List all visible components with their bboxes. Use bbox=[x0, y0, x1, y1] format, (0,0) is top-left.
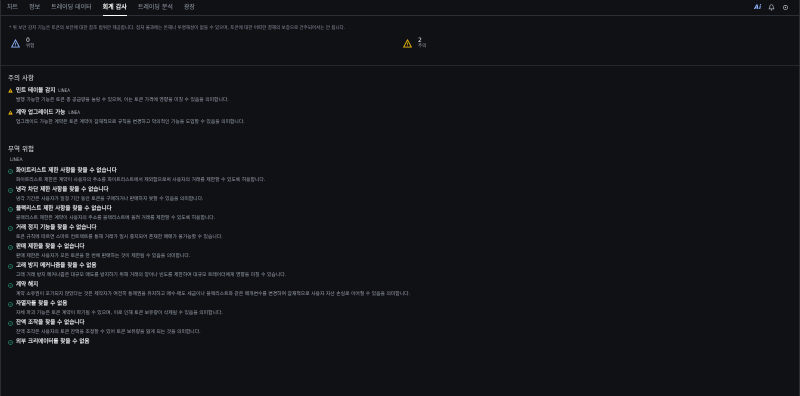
trade-risk-item: 잔액 조작을 찾을 수 없습니다잔액 조작은 사용자의 토큰 잔액을 조정할 수… bbox=[1, 320, 799, 336]
trade-risk-item: 판매 제한을 찾을 수 없습니다판매 제한은 사용자가 모든 토큰을 한 번에 … bbox=[1, 244, 799, 260]
warning-icon bbox=[8, 88, 13, 93]
trade-risk-item: 고래 방지 메커니즘을 찾을 수 없음고래 거래 방지 메커니즘은 대규모 매도… bbox=[1, 263, 799, 279]
tab-chart[interactable]: 차트 bbox=[7, 0, 18, 15]
trade-risk-desc: 고래 거래 방지 메커니즘은 대규모 매도를 방지하기 위해 거래의 양이나 빈… bbox=[16, 273, 287, 278]
check-circle-icon bbox=[8, 245, 13, 250]
risk-triangle-icon bbox=[11, 39, 20, 48]
trade-risk-title: 블랙리스트 제한 사항을 찾을 수 없습니다 bbox=[16, 206, 112, 212]
warning-icon bbox=[8, 110, 13, 115]
caution-triangle-icon bbox=[403, 39, 412, 48]
trade-risk-desc: 냉각 기간은 사용자가 일정 기간 동안 토큰을 구매하거나 판매하지 못할 수… bbox=[16, 197, 204, 202]
settings-icon[interactable] bbox=[782, 4, 789, 11]
top-right-actions: Ai bbox=[754, 0, 789, 15]
trade-risk-item: 자멸자를 찾을 수 없음자체 파괴 기능은 토큰 계약이 파기될 수 있으며, … bbox=[1, 301, 799, 317]
trade-risk-title: 냉각 차단 제한 사항을 찾을 수 없습니다 bbox=[16, 187, 109, 193]
check-circle-icon bbox=[8, 169, 13, 174]
caution-section-title: 주의 사항 bbox=[8, 74, 34, 82]
tab-bar: 차트 정보 트레이딩 데이터 회계 감사 트레이딩 분석 광장 Ai bbox=[1, 0, 799, 16]
trade-risk-desc: 계약 소유권이 포기되지 않았다는 것은 제작자가 여전히 통제권을 유지하고 … bbox=[16, 292, 411, 297]
check-circle-icon bbox=[8, 283, 13, 288]
risk-count-value: 0 bbox=[26, 37, 30, 44]
risk-count: 0 위험 bbox=[11, 37, 34, 50]
caution-item: 계약 업그레이드 가능 LINEA 업그레이드 가능한 계약은 토큰 계약이 잠재… bbox=[1, 109, 799, 126]
trade-risk-title: 거래 정지 기능을 찾을 수 없습니다 bbox=[16, 225, 97, 231]
caution-count-value: 2 bbox=[418, 37, 422, 44]
trade-risk-desc: 판매 제한은 사용자가 모든 토큰을 한 번에 판매하는 것이 제한될 수 있음… bbox=[16, 254, 191, 259]
trade-risk-item: 거래 정지 기능을 찾을 수 없습니다토큰 규칙에 따르면 스마트 컨트랙트를 … bbox=[1, 225, 799, 241]
ai-button[interactable]: Ai bbox=[754, 4, 761, 11]
trade-risk-desc: 블랙리스트 제한은 계약이 사용자의 주소를 블랙리스트에 올려 거래를 제한할… bbox=[16, 216, 216, 221]
tab-info[interactable]: 정보 bbox=[29, 0, 40, 15]
trade-risk-item: 냉각 차단 제한 사항을 찾을 수 없습니다냉각 기간은 사용자가 일정 기간 … bbox=[1, 187, 799, 203]
check-circle-icon bbox=[8, 340, 13, 345]
caution-item-title: 계약 업그레이드 가능 bbox=[16, 110, 66, 116]
trade-risk-title: 자멸자를 찾을 수 없음 bbox=[16, 301, 68, 307]
trade-risk-title: 화이트리스트 제한 사항을 찾을 수 없습니다 bbox=[16, 168, 117, 174]
trade-risk-list: 화이트리스트 제한 사항을 찾을 수 없습니다화이트리스트 제한은 계약이 사용… bbox=[1, 168, 799, 346]
trade-risk-title: 고래 방지 메커니즘을 찾을 수 없음 bbox=[16, 263, 97, 269]
app-frame: 차트 정보 트레이딩 데이터 회계 감사 트레이딩 분석 광장 Ai * 위 보… bbox=[0, 0, 800, 396]
trade-risk-desc: 잔액 조작은 사용자의 토큰 잔액을 조정할 수 있어 토큰 보유량을 잃게 되… bbox=[16, 330, 201, 335]
trade-risk-title: 판매 제한을 찾을 수 없습니다 bbox=[16, 244, 85, 250]
risk-count-label: 위험 bbox=[26, 44, 35, 49]
check-circle-icon bbox=[8, 264, 13, 269]
bell-icon[interactable] bbox=[768, 4, 775, 11]
caution-count: 2 주의 bbox=[403, 37, 426, 50]
trade-risk-item: 계약 해지계약 소유권이 포기되지 않았다는 것은 제작자가 여전히 통제권을 … bbox=[1, 282, 799, 298]
caution-item-desc: 발행 가능한 기능은 토큰 총 공급량을 늘릴 수 있으며, 이는 토큰 가격에… bbox=[16, 98, 229, 103]
tab-audit[interactable]: 회계 감사 bbox=[102, 0, 127, 16]
trade-risk-desc: 토큰 규칙에 따르면 스마트 컨트랙트를 통해 거래가 일시 중지되어 존재한 … bbox=[16, 235, 223, 240]
check-circle-icon bbox=[8, 188, 13, 193]
trade-risk-item: 화이트리스트 제한 사항을 찾을 수 없습니다화이트리스트 제한은 계약이 사용… bbox=[1, 168, 799, 184]
trade-risk-item: 외부 크리에이터를 찾을 수 없음 bbox=[1, 339, 799, 346]
check-circle-icon bbox=[8, 226, 13, 231]
trade-risk-desc: 자체 파괴 기능은 토큰 계약이 파기될 수 있으며, 이로 인해 토큰 보유량… bbox=[16, 311, 223, 316]
chain-badge: LINEA bbox=[58, 88, 70, 93]
trade-risk-desc: 화이트리스트 제한은 계약이 사용자의 주소를 화이트리스트에서 제외함으로써 … bbox=[16, 178, 266, 183]
chain-badge: LINEA bbox=[68, 110, 81, 115]
trade-risk-title: 계약 해지 bbox=[16, 282, 39, 288]
caution-count-label: 주의 bbox=[418, 44, 427, 49]
disclaimer-notice: * 위 보안 감지 기능은 토큰의 보안에 대한 참조 범위만 제공합니다. 점… bbox=[9, 26, 346, 31]
trade-risk-title: 잔액 조작을 찾을 수 없습니다 bbox=[16, 320, 85, 326]
check-circle-icon bbox=[8, 302, 13, 307]
check-circle-icon bbox=[8, 207, 13, 212]
trade-risk-item: 블랙리스트 제한 사항을 찾을 수 없습니다블랙리스트 제한은 계약이 사용자의… bbox=[1, 206, 799, 222]
trade-risk-title: 외부 크리에이터를 찾을 수 없음 bbox=[16, 339, 90, 345]
tab-trading-data[interactable]: 트레이딩 데이터 bbox=[51, 0, 92, 15]
risk-summary: 0 위험 2 주의 bbox=[1, 33, 799, 66]
tab-square[interactable]: 광장 bbox=[184, 0, 195, 15]
caution-item-desc: 업그레이드 가능한 계약은 토큰 계약이 잠재적으로 규칙을 변경하고 악의적인… bbox=[16, 120, 245, 125]
trade-risk-section-title: 무역 위험 bbox=[8, 145, 34, 153]
tab-trading-analysis[interactable]: 트레이딩 분석 bbox=[138, 0, 173, 15]
check-circle-icon bbox=[8, 321, 13, 326]
caution-item: 민트 테이블 감지 LINEA 발행 가능한 기능은 토큰 총 공급량을 늘릴 수… bbox=[1, 87, 799, 104]
caution-item-title: 민트 테이블 감지 bbox=[16, 88, 56, 94]
